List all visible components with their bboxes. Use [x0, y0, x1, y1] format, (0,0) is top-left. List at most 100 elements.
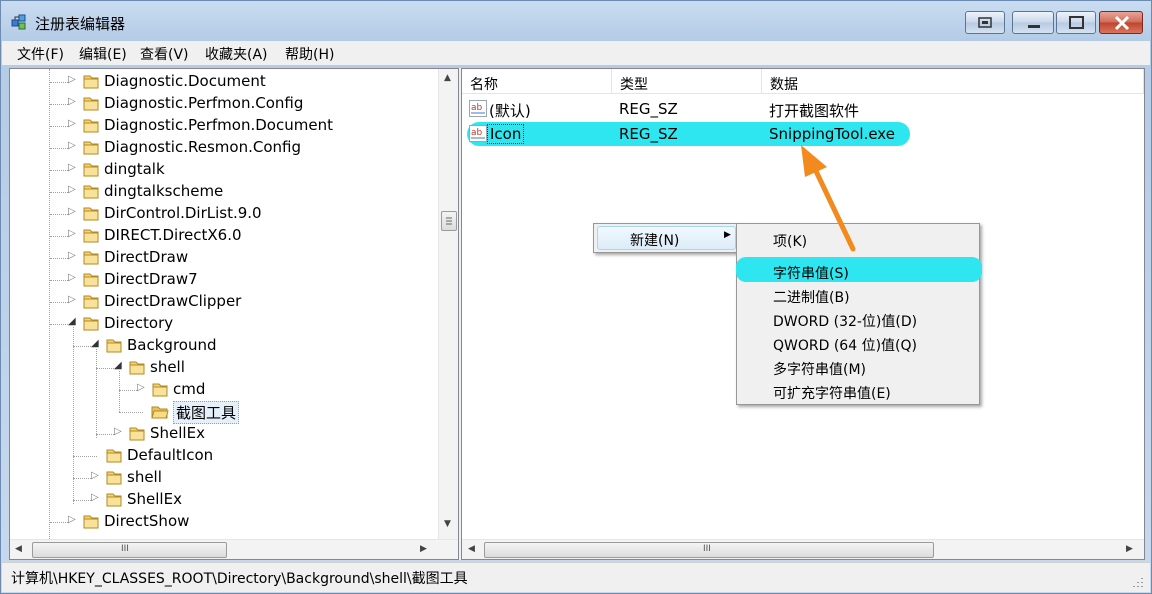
- column-header-name[interactable]: 名称: [462, 69, 612, 94]
- expand-arrow-icon[interactable]: ▷: [68, 250, 76, 261]
- maximize-button[interactable]: [1056, 11, 1096, 34]
- close-button[interactable]: [1099, 11, 1143, 34]
- tree-line: [119, 412, 143, 413]
- tree-node[interactable]: ▷ cmd: [10, 379, 438, 401]
- value-row[interactable]: ab (默认) REG_SZ 打开截图软件: [462, 97, 1144, 121]
- scroll-up-arrow-icon[interactable]: ▲: [444, 73, 451, 83]
- expand-arrow-icon[interactable]: ▷: [91, 492, 99, 503]
- submenu-item-expandable-string-value[interactable]: 可扩充字符串值(E): [773, 383, 891, 403]
- title-bar[interactable]: 注册表编辑器: [1, 1, 1151, 41]
- grip-lines-icon: [446, 217, 452, 225]
- expand-arrow-icon[interactable]: ▷: [68, 228, 76, 239]
- tree-node[interactable]: ▷ Diagnostic.Resmon.Config: [10, 137, 438, 159]
- tree-node[interactable]: ▷ Diagnostic.Perfmon.Config: [10, 93, 438, 115]
- submenu-item-multi-string-value[interactable]: 多字符串值(M): [773, 359, 866, 379]
- expand-arrow-icon[interactable]: ▷: [68, 514, 76, 525]
- status-path: 计算机\HKEY_CLASSES_ROOT\Directory\Backgrou…: [11, 571, 468, 587]
- tree-node[interactable]: ◢ Background: [10, 335, 438, 357]
- collapse-arrow-icon[interactable]: ◢: [68, 316, 76, 327]
- scroll-left-arrow-icon[interactable]: ◀: [468, 544, 475, 554]
- tree-node-label: DirectDraw7: [104, 270, 198, 288]
- expand-arrow-icon[interactable]: ▷: [68, 294, 76, 305]
- list-horizontal-scrollbar[interactable]: ◀ III ▶: [462, 539, 1144, 559]
- expand-arrow-icon[interactable]: ▷: [91, 470, 99, 481]
- reg-string-icon: ab: [469, 125, 487, 142]
- value-type: REG_SZ: [619, 125, 678, 143]
- tree-node[interactable]: ◢ shell: [10, 357, 438, 379]
- folder-icon: [83, 185, 99, 199]
- tree-node[interactable]: ▷ dingtalk: [10, 159, 438, 181]
- folder-icon: [83, 251, 99, 265]
- expand-arrow-icon[interactable]: ▷: [68, 140, 76, 151]
- expand-arrow-icon[interactable]: ▷: [68, 272, 76, 283]
- tree-node-label: cmd: [173, 380, 206, 398]
- menu-item-new[interactable]: 新建(N): [630, 230, 679, 250]
- annotation-arrow-icon: [801, 145, 856, 252]
- tree-node[interactable]: ▷ dingtalkscheme: [10, 181, 438, 203]
- tree-node[interactable]: ▷ DIRECT.DirectX6.0: [10, 225, 438, 247]
- collapse-arrow-icon[interactable]: ◢: [91, 338, 99, 349]
- collapse-arrow-icon[interactable]: ◢: [114, 360, 122, 371]
- tree-node-label: DefaultIcon: [127, 446, 214, 464]
- tree-node[interactable]: ▷ Diagnostic.Perfmon.Document: [10, 115, 438, 137]
- folder-icon: [83, 119, 99, 133]
- column-header-type[interactable]: 类型: [612, 69, 762, 94]
- tree-node-label: Diagnostic.Perfmon.Config: [104, 94, 304, 112]
- tree-node[interactable]: ▷ DirectShow: [10, 511, 438, 533]
- minimize-button[interactable]: [1012, 11, 1054, 34]
- menu-favorites[interactable]: 收藏夹(A): [205, 44, 268, 64]
- tree-vertical-scrollbar[interactable]: ▲ ▼: [438, 69, 458, 539]
- tree-node[interactable]: ▷ DirControl.DirList.9.0: [10, 203, 438, 225]
- tree-node[interactable]: ▷ ShellEx: [10, 423, 438, 445]
- restore-pane-button[interactable]: [965, 11, 1005, 34]
- scroll-thumb[interactable]: [441, 211, 457, 231]
- resize-grip-icon[interactable]: [1132, 576, 1144, 588]
- expand-arrow-icon[interactable]: ▷: [68, 184, 76, 195]
- maximize-icon: [1069, 16, 1084, 29]
- expand-arrow-icon[interactable]: ▷: [137, 382, 145, 393]
- folder-icon: [106, 339, 122, 353]
- tree-node[interactable]: ▷ DirectDraw: [10, 247, 438, 269]
- menu-help[interactable]: 帮助(H): [285, 44, 334, 64]
- expand-arrow-icon[interactable]: ▷: [114, 426, 122, 437]
- tree-node[interactable]: ▷ shell: [10, 467, 438, 489]
- tree-node-label: Directory: [104, 314, 174, 332]
- submenu-item-qword-value[interactable]: QWORD (64 位)值(Q): [773, 335, 917, 355]
- folder-icon: [83, 317, 99, 331]
- column-header-data[interactable]: 数据: [762, 69, 1144, 94]
- scroll-thumb[interactable]: III: [32, 542, 227, 558]
- tree-node[interactable]: ▷ ShellEx: [10, 489, 438, 511]
- expand-arrow-icon[interactable]: ▷: [68, 206, 76, 217]
- key-tree-pane[interactable]: ▷ Diagnostic.Document ▷ Diagnostic.Perfmon.…: [9, 68, 459, 560]
- menu-view[interactable]: 查看(V): [140, 44, 189, 64]
- tree-node-label: ShellEx: [127, 490, 182, 508]
- tree-node[interactable]: ▷ Diagnostic.Document: [10, 71, 438, 93]
- tree-node[interactable]: ◢ Directory: [10, 313, 438, 335]
- svg-text:ab: ab: [471, 103, 483, 113]
- folder-icon: [106, 449, 122, 463]
- submenu-item-dword-value[interactable]: DWORD (32-位)值(D): [773, 311, 917, 331]
- value-name: Icon: [487, 124, 525, 144]
- regedit-app-icon: [11, 14, 26, 30]
- scroll-down-arrow-icon[interactable]: ▼: [444, 519, 451, 529]
- expand-arrow-icon[interactable]: ▷: [68, 162, 76, 173]
- scroll-right-arrow-icon[interactable]: ▶: [1126, 544, 1133, 554]
- menu-file[interactable]: 文件(F): [17, 44, 64, 64]
- menu-edit[interactable]: 编辑(E): [79, 44, 127, 64]
- folder-icon: [83, 273, 99, 287]
- tree-node[interactable]: ▷ DirectDraw7: [10, 269, 438, 291]
- expand-arrow-icon[interactable]: ▷: [68, 96, 76, 107]
- scroll-left-arrow-icon[interactable]: ◀: [15, 544, 22, 554]
- tree-node[interactable]: ▷ DirectDrawClipper: [10, 291, 438, 313]
- scroll-right-arrow-icon[interactable]: ▶: [420, 544, 427, 554]
- submenu-arrow-icon: ▶: [724, 230, 731, 240]
- tree-node[interactable]: DefaultIcon: [10, 445, 438, 467]
- tree-node[interactable]: 截图工具: [10, 401, 438, 424]
- submenu-item-string-value[interactable]: 字符串值(S): [773, 263, 849, 283]
- value-data: 打开截图软件: [769, 102, 860, 120]
- expand-arrow-icon[interactable]: ▷: [68, 118, 76, 129]
- scroll-thumb[interactable]: III: [484, 542, 934, 558]
- submenu-item-binary-value[interactable]: 二进制值(B): [773, 287, 850, 307]
- expand-arrow-icon[interactable]: ▷: [68, 74, 76, 85]
- tree-horizontal-scrollbar[interactable]: ◀ III ▶: [10, 539, 458, 559]
